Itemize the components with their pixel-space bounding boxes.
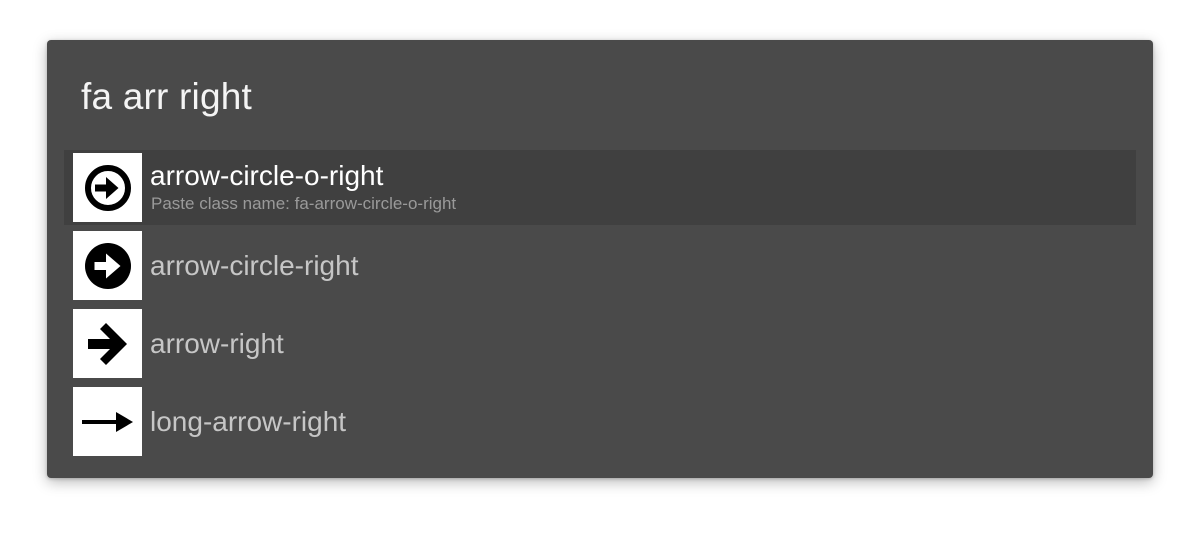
result-item-arrow-circle-o-right[interactable]: arrow-circle-o-right Paste class name: f… bbox=[64, 150, 1136, 225]
result-title: arrow-circle-right bbox=[150, 250, 359, 281]
result-title: long-arrow-right bbox=[150, 406, 347, 437]
result-title: arrow-right bbox=[150, 328, 284, 359]
search-query-input[interactable]: fa arr right bbox=[81, 72, 252, 122]
result-title: arrow-circle-o-right bbox=[150, 160, 384, 191]
result-subtitle: Paste class name: fa-arrow-circle-o-righ… bbox=[151, 194, 457, 213]
arrow-circle-o-right-icon bbox=[73, 153, 142, 222]
long-arrow-right-icon bbox=[73, 387, 142, 456]
results-list: arrow-circle-o-right Paste class name: f… bbox=[64, 150, 1136, 462]
result-item-long-arrow-right[interactable]: long-arrow-right bbox=[64, 384, 1136, 459]
launcher-window: fa arr right arrow-circle-o-right Paste … bbox=[47, 40, 1153, 478]
result-item-arrow-right[interactable]: arrow-right bbox=[64, 306, 1136, 381]
arrow-circle-right-icon bbox=[73, 231, 142, 300]
arrow-right-icon bbox=[73, 309, 142, 378]
result-item-arrow-circle-right[interactable]: arrow-circle-right bbox=[64, 228, 1136, 303]
